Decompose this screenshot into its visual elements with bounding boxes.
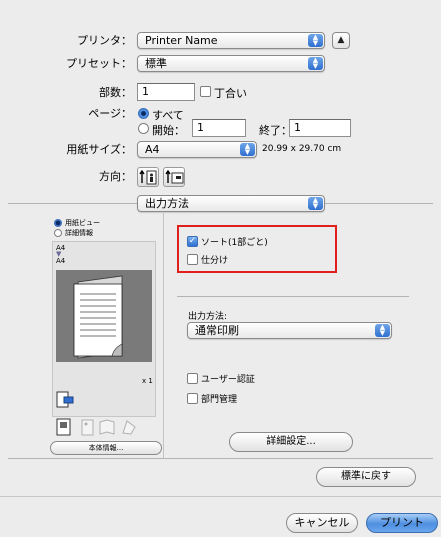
pages-all-label: すべて	[152, 109, 184, 122]
restore-default-button[interactable]: 標準に戻す	[316, 467, 416, 487]
orientation-label: 方向：	[99, 170, 132, 183]
document-preview-icon	[73, 275, 123, 359]
paper-size-label: 用紙サイズ：	[66, 143, 132, 156]
sort-label: ソート(1部ごと)	[201, 238, 268, 248]
copies-label: 部数：	[99, 86, 132, 99]
dept-mgmt-label: 部門管理	[201, 395, 238, 405]
paper-size-popup[interactable]: A4 ▲ ▼	[137, 141, 257, 158]
printer-value: Printer Name	[145, 34, 218, 47]
popup-arrows-icon: ▲ ▼	[308, 34, 323, 47]
portrait-orientation-button[interactable]	[137, 167, 159, 187]
pages-from-field[interactable]: 1	[192, 119, 246, 137]
disclosure-button[interactable]: ▲	[332, 32, 350, 49]
output-method-value: 通常印刷	[195, 324, 239, 337]
collate-checkbox[interactable]	[200, 86, 211, 97]
paper-dimensions: 20.99 x 29.70 cm	[262, 144, 342, 154]
output-method-label: 出力方法:	[188, 312, 228, 322]
triangle-up-icon: ▲	[337, 35, 345, 45]
device-info-button[interactable]: 本体情報...	[50, 441, 162, 455]
dept-mgmt-checkbox[interactable]	[187, 393, 198, 404]
preset-label: プリセット：	[66, 57, 132, 70]
panel-divider	[163, 213, 164, 458]
portrait-icon	[139, 169, 157, 185]
pages-to-field[interactable]: 1	[289, 119, 351, 137]
pages-range-radio[interactable]	[138, 123, 149, 134]
pane-popup[interactable]: 出力方法 ▲ ▼	[137, 195, 325, 212]
detail-view-radio[interactable]	[54, 229, 62, 237]
detail-settings-button[interactable]: 詳細設定...	[229, 432, 353, 452]
copies-field[interactable]: 1	[137, 83, 195, 101]
output-method-popup[interactable]: 通常印刷 ▲ ▼	[187, 322, 392, 339]
popup-arrows-icon: ▲ ▼	[308, 57, 323, 70]
footer-separator	[0, 496, 441, 497]
punch-icon	[80, 418, 96, 436]
preview-image	[56, 270, 152, 362]
popup-arrows-icon: ▲ ▼	[308, 197, 323, 210]
paper-view-label: 用紙ビュー	[65, 219, 100, 227]
pages-to-label: 終了：	[259, 124, 292, 137]
pages-label: ページ：	[88, 107, 132, 120]
offset-checkbox[interactable]	[187, 254, 198, 265]
sort-checkbox[interactable]: ✓	[187, 236, 198, 247]
fold-icon	[98, 418, 116, 436]
pane-value: 出力方法	[145, 197, 189, 210]
popup-arrows-icon: ▲ ▼	[240, 143, 255, 156]
print-button[interactable]: プリント	[366, 513, 438, 533]
booklet-icon	[120, 418, 138, 436]
popup-arrows-icon: ▲ ▼	[375, 324, 390, 337]
printer-popup[interactable]: Printer Name ▲ ▼	[137, 32, 325, 49]
collate-label: 丁合い	[214, 87, 247, 100]
pages-all-radio[interactable]	[138, 108, 149, 119]
user-auth-label: ユーザー認証	[201, 375, 255, 385]
paper-view-radio[interactable]	[54, 219, 62, 227]
offset-label: 仕分け	[201, 256, 229, 266]
preset-popup[interactable]: 標準 ▲ ▼	[137, 55, 325, 72]
printer-label: プリンタ：	[77, 34, 132, 47]
preset-value: 標準	[145, 57, 167, 70]
finisher-icon	[56, 391, 74, 409]
cancel-button[interactable]: キャンセル	[286, 513, 358, 533]
paper-size-value: A4	[145, 143, 160, 156]
landscape-icon	[165, 169, 184, 184]
options-separator	[177, 296, 409, 297]
preview-copies: x 1	[142, 377, 153, 385]
preview-size-bottom: A4	[56, 257, 66, 265]
pages-from-label: 開始：	[152, 124, 185, 137]
staple-icon	[56, 418, 72, 436]
user-auth-checkbox[interactable]	[187, 373, 198, 384]
detail-view-label: 詳細情報	[65, 229, 93, 237]
landscape-orientation-button[interactable]	[163, 167, 185, 187]
bottom-separator	[8, 458, 433, 459]
